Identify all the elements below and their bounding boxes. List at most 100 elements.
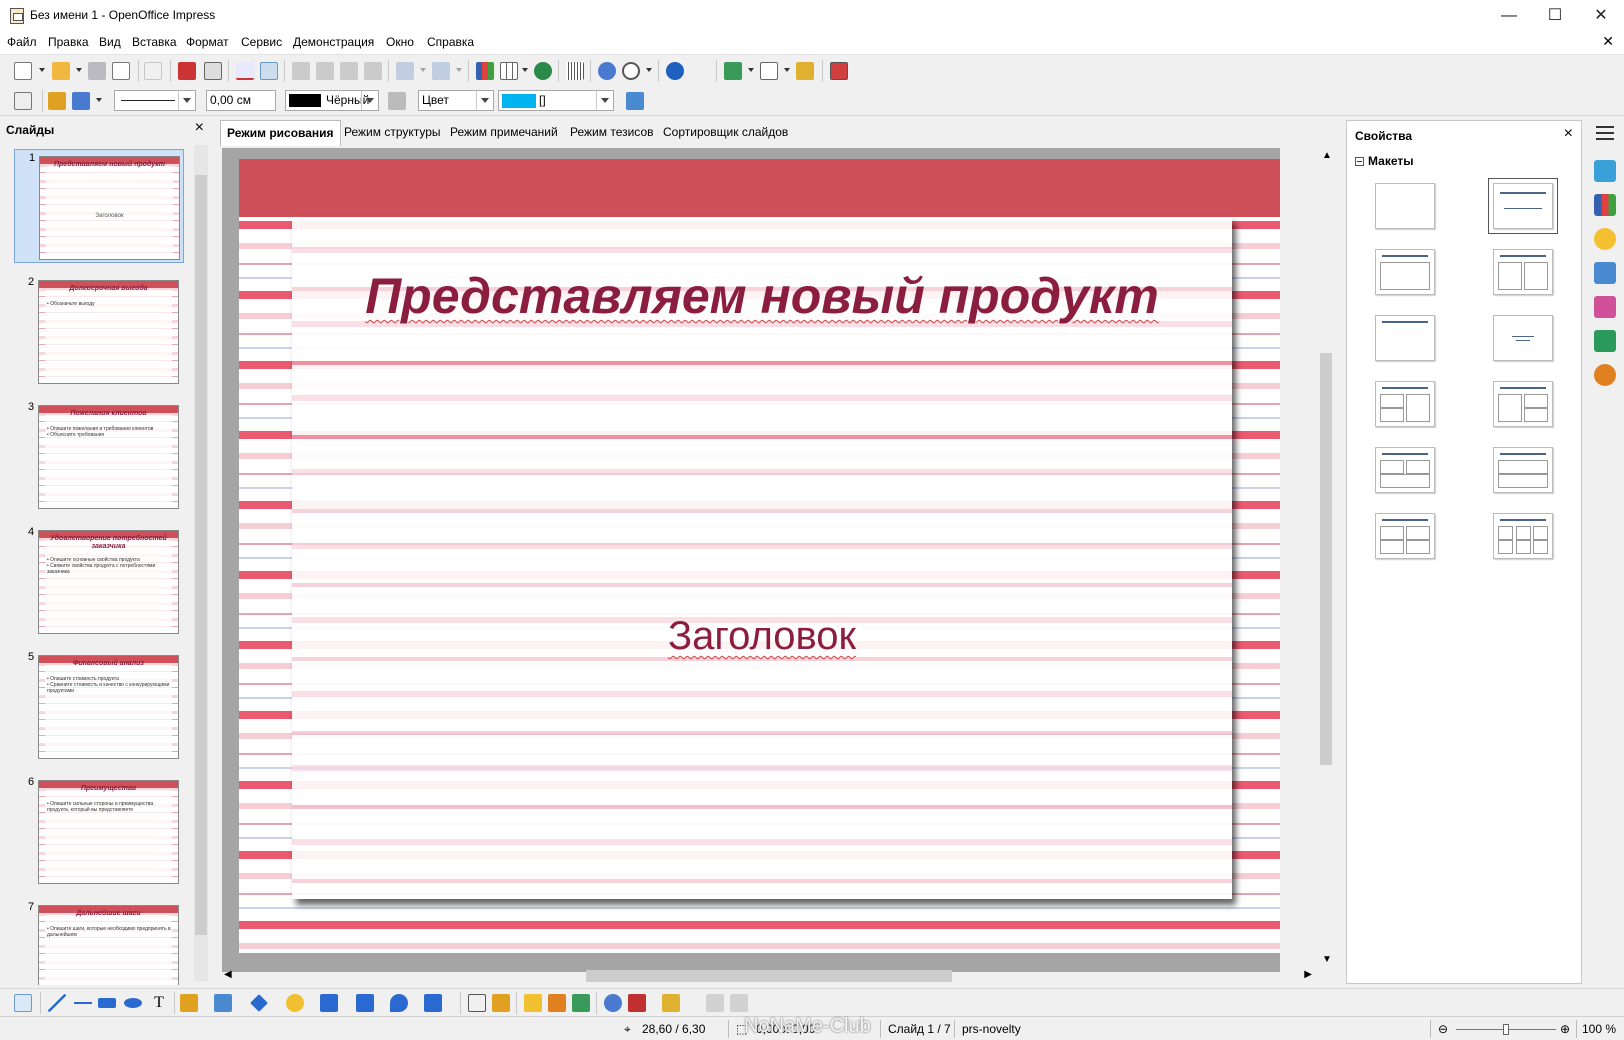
interaction-icon[interactable] xyxy=(730,994,748,1012)
cut-icon[interactable] xyxy=(292,62,310,80)
basic-shapes-icon[interactable] xyxy=(250,994,268,1012)
line-width-field[interactable]: 0,00 см xyxy=(206,90,276,111)
points-icon[interactable] xyxy=(468,994,486,1012)
custom-animation-tab-icon[interactable] xyxy=(1594,228,1616,250)
open-dropdown-icon[interactable] xyxy=(76,68,82,72)
vertical-scrollbar-thumb[interactable] xyxy=(1320,353,1332,765)
scroll-right-icon[interactable]: ▶ xyxy=(1304,969,1312,980)
glue-points-icon[interactable] xyxy=(492,994,510,1012)
tab-notes-view[interactable]: Режим примечаний xyxy=(444,120,564,146)
horizontal-scrollbar[interactable]: ◀ ▶ xyxy=(222,968,1320,984)
new-document-icon[interactable] xyxy=(14,62,32,80)
text-tool-icon[interactable]: T xyxy=(150,994,168,1012)
slide-thumbnail-6[interactable]: 6 Преимущества • Опишите сильные стороны… xyxy=(14,774,184,888)
menu-file[interactable]: Файл xyxy=(7,35,37,49)
tab-drawing-view[interactable]: Режим рисования xyxy=(220,120,341,146)
slide-thumbnail-7[interactable]: 7 Дальнейшие шаги • Опишите шаги, которы… xyxy=(14,899,184,985)
layout-title-2content-over-content[interactable] xyxy=(1375,447,1435,493)
symbol-shapes-icon[interactable] xyxy=(286,994,304,1012)
arrow-style-icon[interactable] xyxy=(72,92,90,110)
menu-help[interactable]: Справка xyxy=(427,35,474,49)
print-icon[interactable] xyxy=(204,62,222,80)
layout-title-2content-content[interactable] xyxy=(1375,381,1435,427)
zoom-in-icon[interactable]: ⊕ xyxy=(1560,1022,1570,1036)
clone-formatting-icon[interactable] xyxy=(364,62,382,80)
menu-tools[interactable]: Сервис xyxy=(241,35,282,49)
menu-format[interactable]: Формат xyxy=(186,35,229,49)
slides-scrollbar-thumb[interactable] xyxy=(195,175,207,935)
layouts-section-header[interactable]: Макеты xyxy=(1355,154,1413,168)
slide-transition-tab-icon[interactable] xyxy=(1594,262,1616,284)
arrow-tool-icon[interactable] xyxy=(74,994,92,1012)
properties-tab-icon[interactable] xyxy=(1594,160,1616,182)
fontwork-icon[interactable] xyxy=(524,994,542,1012)
menu-view[interactable]: Вид xyxy=(99,35,121,49)
open-icon[interactable] xyxy=(52,62,70,80)
save-icon[interactable] xyxy=(88,62,106,80)
arrange-icon[interactable] xyxy=(662,994,680,1012)
connector-tool-icon[interactable] xyxy=(214,994,232,1012)
callouts-icon[interactable] xyxy=(390,994,408,1012)
start-slideshow-icon[interactable] xyxy=(830,62,848,80)
menu-window[interactable]: Окно xyxy=(386,35,414,49)
horizontal-scrollbar-thumb[interactable] xyxy=(586,970,952,982)
autospellcheck-icon[interactable] xyxy=(260,62,278,80)
grid-icon[interactable] xyxy=(566,62,584,80)
close-slides-panel-icon[interactable]: × xyxy=(195,119,204,137)
line-style-select[interactable] xyxy=(114,90,196,111)
slide-title[interactable]: Представляем новый продукт xyxy=(292,267,1232,325)
fill-color-select[interactable]: [] xyxy=(498,90,614,111)
layout-centered-text[interactable] xyxy=(1493,315,1553,361)
navigator-tab-icon[interactable] xyxy=(1594,364,1616,386)
slide-layout-icon[interactable] xyxy=(760,62,778,80)
layout-title-content-2content[interactable] xyxy=(1493,381,1553,427)
vertical-scrollbar[interactable]: ▲ ▼ xyxy=(1318,148,1334,968)
layout-title-4content[interactable] xyxy=(1375,513,1435,559)
minimize-button[interactable]: — xyxy=(1486,0,1532,32)
from-file-icon[interactable] xyxy=(548,994,566,1012)
rectangle-tool-icon[interactable] xyxy=(98,998,116,1008)
table-icon[interactable] xyxy=(500,62,518,80)
edit-file-icon[interactable] xyxy=(144,62,162,80)
help-icon[interactable] xyxy=(666,62,684,80)
select-icon[interactable] xyxy=(14,994,32,1012)
undo-icon[interactable] xyxy=(396,62,414,80)
maximize-button[interactable]: ☐ xyxy=(1532,0,1578,32)
zoom-out-icon[interactable]: ⊖ xyxy=(1438,1022,1448,1036)
scroll-left-icon[interactable]: ◀ xyxy=(224,969,232,980)
tab-outline-view[interactable]: Режим структуры xyxy=(338,120,447,146)
shadow-icon[interactable] xyxy=(626,92,644,110)
slide-thumbnail-4[interactable]: 4 Удовлетворение потребностей заказчика … xyxy=(14,524,184,638)
close-properties-icon[interactable]: × xyxy=(1564,125,1573,143)
slide-icon[interactable] xyxy=(724,62,742,80)
layout-title-only[interactable] xyxy=(1375,315,1435,361)
slide-thumbnail-1[interactable]: 1 Представляем новый продукт Заголовок xyxy=(14,149,184,263)
new-dropdown-icon[interactable] xyxy=(39,68,45,72)
line-icon[interactable] xyxy=(48,92,66,110)
zoom-level[interactable]: 100 % xyxy=(1582,1022,1616,1036)
copy-icon[interactable] xyxy=(316,62,334,80)
block-arrows-icon[interactable] xyxy=(320,994,338,1012)
gallery-icon[interactable] xyxy=(572,994,590,1012)
chart-icon[interactable] xyxy=(476,62,494,80)
sidebar-menu-icon[interactable] xyxy=(1596,126,1614,140)
spellcheck-icon[interactable] xyxy=(236,62,254,80)
layout-title-two-content[interactable] xyxy=(1493,249,1553,295)
menu-edit[interactable]: Правка xyxy=(48,35,89,49)
flowchart-icon[interactable] xyxy=(356,994,374,1012)
ellipse-tool-icon[interactable] xyxy=(124,998,142,1008)
master-pages-tab-icon[interactable] xyxy=(1594,194,1616,216)
tab-handout-view[interactable]: Режим тезисов xyxy=(564,120,660,146)
slide-thumbnail-2[interactable]: 2 Долгосрочная выгода • Обозначьте выгод… xyxy=(14,274,184,388)
slide-thumbnail-3[interactable]: 3 Пожелания клиентов • Опишите пожелания… xyxy=(14,399,184,513)
rotate-icon[interactable] xyxy=(604,994,622,1012)
curve-tool-icon[interactable] xyxy=(180,994,198,1012)
layout-title-6content[interactable] xyxy=(1493,513,1553,559)
layout-title-slide[interactable] xyxy=(1488,178,1558,234)
scroll-up-icon[interactable]: ▲ xyxy=(1322,150,1332,161)
email-icon[interactable] xyxy=(112,62,130,80)
layout-blank[interactable] xyxy=(1375,183,1435,229)
hyperlink-icon[interactable] xyxy=(534,62,552,80)
alignment-icon[interactable] xyxy=(628,994,646,1012)
line-color-select[interactable]: Чёрный xyxy=(285,90,379,111)
